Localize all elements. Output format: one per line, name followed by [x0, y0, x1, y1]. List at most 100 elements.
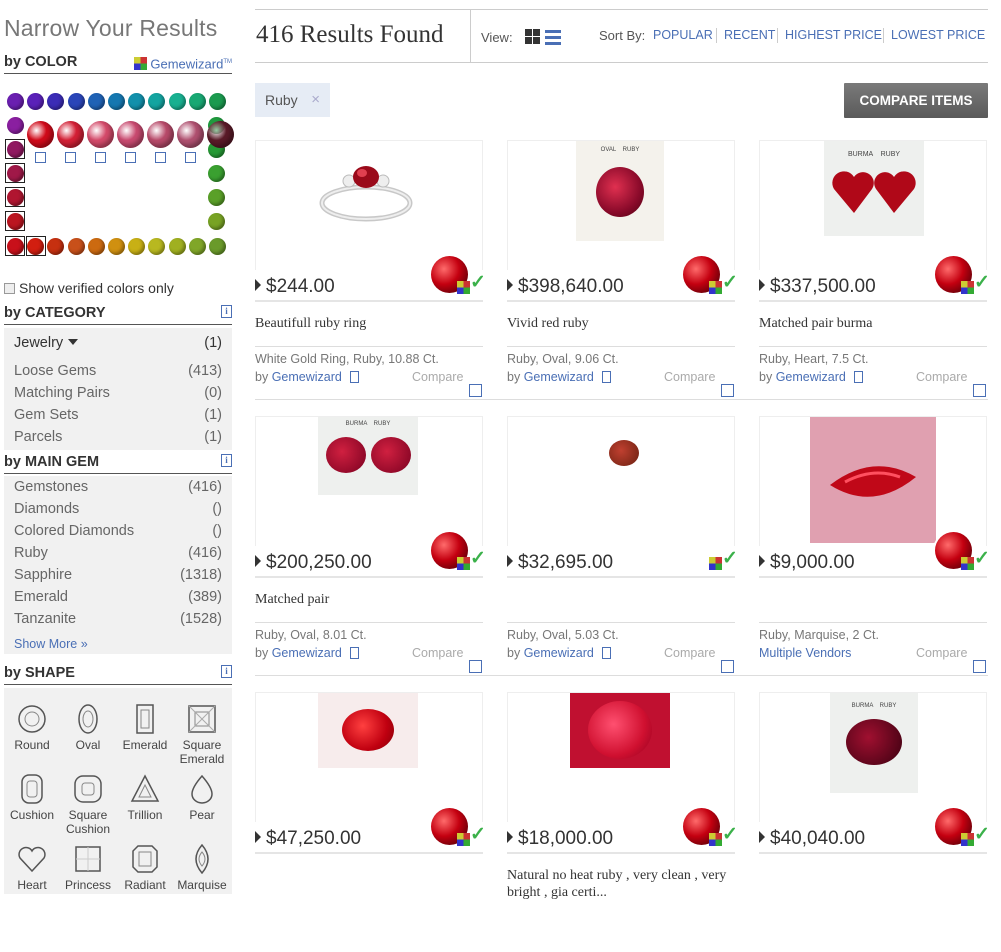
- product-card[interactable]: $244.00 ✓ Beautifull ruby ring White Gold R…: [255, 140, 988, 400]
- color-swatch[interactable]: [128, 93, 146, 110]
- color-swatch[interactable]: [128, 238, 146, 255]
- main-gem-item-ruby[interactable]: Ruby (416): [14, 542, 222, 564]
- vendor-info-icon[interactable]: [349, 371, 359, 383]
- product-image[interactable]: [572, 417, 672, 517]
- category-item-loose-gems[interactable]: Loose Gems (413): [14, 360, 222, 382]
- compare-checkbox[interactable]: [973, 384, 986, 397]
- product-card[interactable]: $47,250.00 ✓: [255, 692, 486, 952]
- main-gem-item-emerald[interactable]: Emerald (389): [14, 586, 222, 608]
- vendor-info-icon[interactable]: [349, 647, 359, 659]
- compare-checkbox[interactable]: [469, 660, 482, 673]
- swatch-checkbox[interactable]: [65, 152, 76, 163]
- color-swatch[interactable]: [67, 238, 85, 255]
- shape-heart[interactable]: Heart: [4, 844, 60, 892]
- list-view-icon[interactable]: [545, 30, 561, 45]
- color-swatch[interactable]: [209, 93, 226, 110]
- color-swatch[interactable]: [108, 238, 125, 255]
- product-name[interactable]: Beautifull ruby ring: [255, 315, 483, 332]
- vendor-link[interactable]: Gemewizard: [524, 646, 594, 660]
- color-swatch[interactable]: [108, 93, 125, 110]
- sort-popular[interactable]: POPULAR: [653, 28, 713, 42]
- color-swatch[interactable]: [87, 93, 105, 110]
- product-image[interactable]: BURMA RUBY: [318, 417, 418, 517]
- vendor-link[interactable]: Multiple Vendors: [759, 646, 851, 660]
- main-gem-item-tanzanite[interactable]: Tanzanite (1528): [14, 608, 222, 630]
- product-name[interactable]: Matched pair burma: [759, 315, 987, 332]
- compare-checkbox[interactable]: [469, 384, 482, 397]
- color-swatch[interactable]: [7, 93, 24, 110]
- sort-recent[interactable]: RECENT: [724, 28, 775, 42]
- main-gem-item-diamonds[interactable]: Diamonds (): [14, 498, 222, 520]
- color-swatch[interactable]: [148, 93, 166, 110]
- grid-view-icon[interactable]: [525, 29, 540, 44]
- color-swatch[interactable]: [67, 93, 85, 110]
- color-swatch[interactable]: [27, 121, 54, 148]
- color-swatch[interactable]: [87, 121, 114, 148]
- category-item-jewelry[interactable]: Jewelry (1): [14, 332, 222, 354]
- swatch-checkbox[interactable]: [125, 152, 136, 163]
- shape-trillion[interactable]: Trillion: [117, 774, 173, 822]
- main-gem-info-icon[interactable]: i: [221, 454, 232, 467]
- swatch-checkbox[interactable]: [185, 152, 196, 163]
- compare-checkbox[interactable]: [973, 660, 986, 673]
- product-card[interactable]: BURMA RUBY $40,040.00 ✓: [759, 692, 990, 952]
- product-card[interactable]: $18,000.00 ✓ Natural no heat ruby , very c…: [507, 692, 738, 952]
- vendor-link[interactable]: Gemewizard: [524, 370, 594, 384]
- shape-round[interactable]: Round: [4, 704, 60, 752]
- color-swatch[interactable]: [87, 238, 105, 255]
- color-swatch[interactable]: [7, 117, 24, 134]
- product-name[interactable]: Matched pair: [255, 591, 483, 608]
- product-image[interactable]: [316, 141, 416, 241]
- product-card[interactable]: BURMA RUBY $337,500.00 ✓ Matched pair burma…: [759, 140, 990, 400]
- swatch-checkbox[interactable]: [155, 152, 166, 163]
- product-image[interactable]: BURMA RUBY: [824, 141, 924, 241]
- main-gem-item-gemstones[interactable]: Gemstones (416): [14, 476, 222, 498]
- color-swatch[interactable]: [148, 238, 166, 255]
- color-swatch[interactable]: [188, 93, 206, 110]
- color-swatch[interactable]: [57, 121, 84, 148]
- color-swatch[interactable]: [147, 121, 174, 148]
- shape-oval[interactable]: Oval: [60, 704, 116, 752]
- category-item-gem-sets[interactable]: Gem Sets (1): [14, 404, 222, 426]
- show-more-link[interactable]: Show More »: [14, 637, 88, 651]
- shape-pear[interactable]: Pear: [174, 774, 230, 822]
- vendor-link[interactable]: Gemewizard: [272, 646, 342, 660]
- product-card[interactable]: $32,695.00 ✓ Ruby, Oval, 5.03 Ct. by Gemewi…: [507, 416, 738, 676]
- shape-square-emerald[interactable]: Square Emerald: [174, 704, 230, 766]
- compare-checkbox[interactable]: [721, 660, 734, 673]
- product-card[interactable]: $9,000.00 ✓ Ruby, Marquise, 2 Ct. Multiple …: [759, 416, 990, 676]
- shape-marquise[interactable]: Marquise: [174, 844, 230, 892]
- color-swatch[interactable]: [47, 93, 65, 110]
- color-swatch[interactable]: [117, 121, 144, 148]
- main-gem-item-sapphire[interactable]: Sapphire (1318): [14, 564, 222, 586]
- color-swatch[interactable]: [27, 93, 45, 110]
- vendor-info-icon[interactable]: [853, 371, 863, 383]
- product-card[interactable]: OVAL RUBY $398,640.00 ✓ Vivid red ruby Ruby,…: [507, 140, 738, 400]
- color-swatch[interactable]: [208, 189, 225, 206]
- compare-checkbox[interactable]: [721, 384, 734, 397]
- swatch-checkbox[interactable]: [35, 152, 46, 163]
- show-verified-checkbox[interactable]: Show verified colors only: [4, 280, 174, 296]
- color-swatch[interactable]: [177, 121, 204, 148]
- category-item-matching-pairs[interactable]: Matching Pairs (0): [14, 382, 222, 404]
- color-swatch[interactable]: [168, 238, 186, 255]
- color-swatch[interactable]: [209, 238, 226, 255]
- shape-princess[interactable]: Princess: [60, 844, 116, 892]
- close-icon[interactable]: ×: [311, 83, 320, 117]
- shape-info-icon[interactable]: i: [221, 665, 232, 678]
- product-image[interactable]: [810, 417, 936, 543]
- product-name[interactable]: Natural no heat ruby , very clean , very…: [507, 867, 735, 901]
- color-swatch[interactable]: [208, 165, 225, 182]
- vendor-info-icon[interactable]: [601, 371, 611, 383]
- category-item-parcels[interactable]: Parcels (1): [14, 426, 222, 448]
- shape-radiant[interactable]: Radiant: [117, 844, 173, 892]
- shape-cushion[interactable]: Cushion: [4, 774, 60, 822]
- main-gem-item-colored-diamonds[interactable]: Colored Diamonds (): [14, 520, 222, 542]
- swatch-checkbox[interactable]: [95, 152, 106, 163]
- shape-emerald[interactable]: Emerald: [117, 704, 173, 752]
- product-card[interactable]: BURMA RUBY $200,250.00 ✓ Matched pair Ruby, …: [255, 416, 988, 676]
- color-swatch[interactable]: [168, 93, 186, 110]
- color-swatch[interactable]: [207, 121, 234, 148]
- vendor-link[interactable]: Gemewizard: [776, 370, 846, 384]
- compare-items-button[interactable]: COMPARE ITEMS: [844, 83, 988, 118]
